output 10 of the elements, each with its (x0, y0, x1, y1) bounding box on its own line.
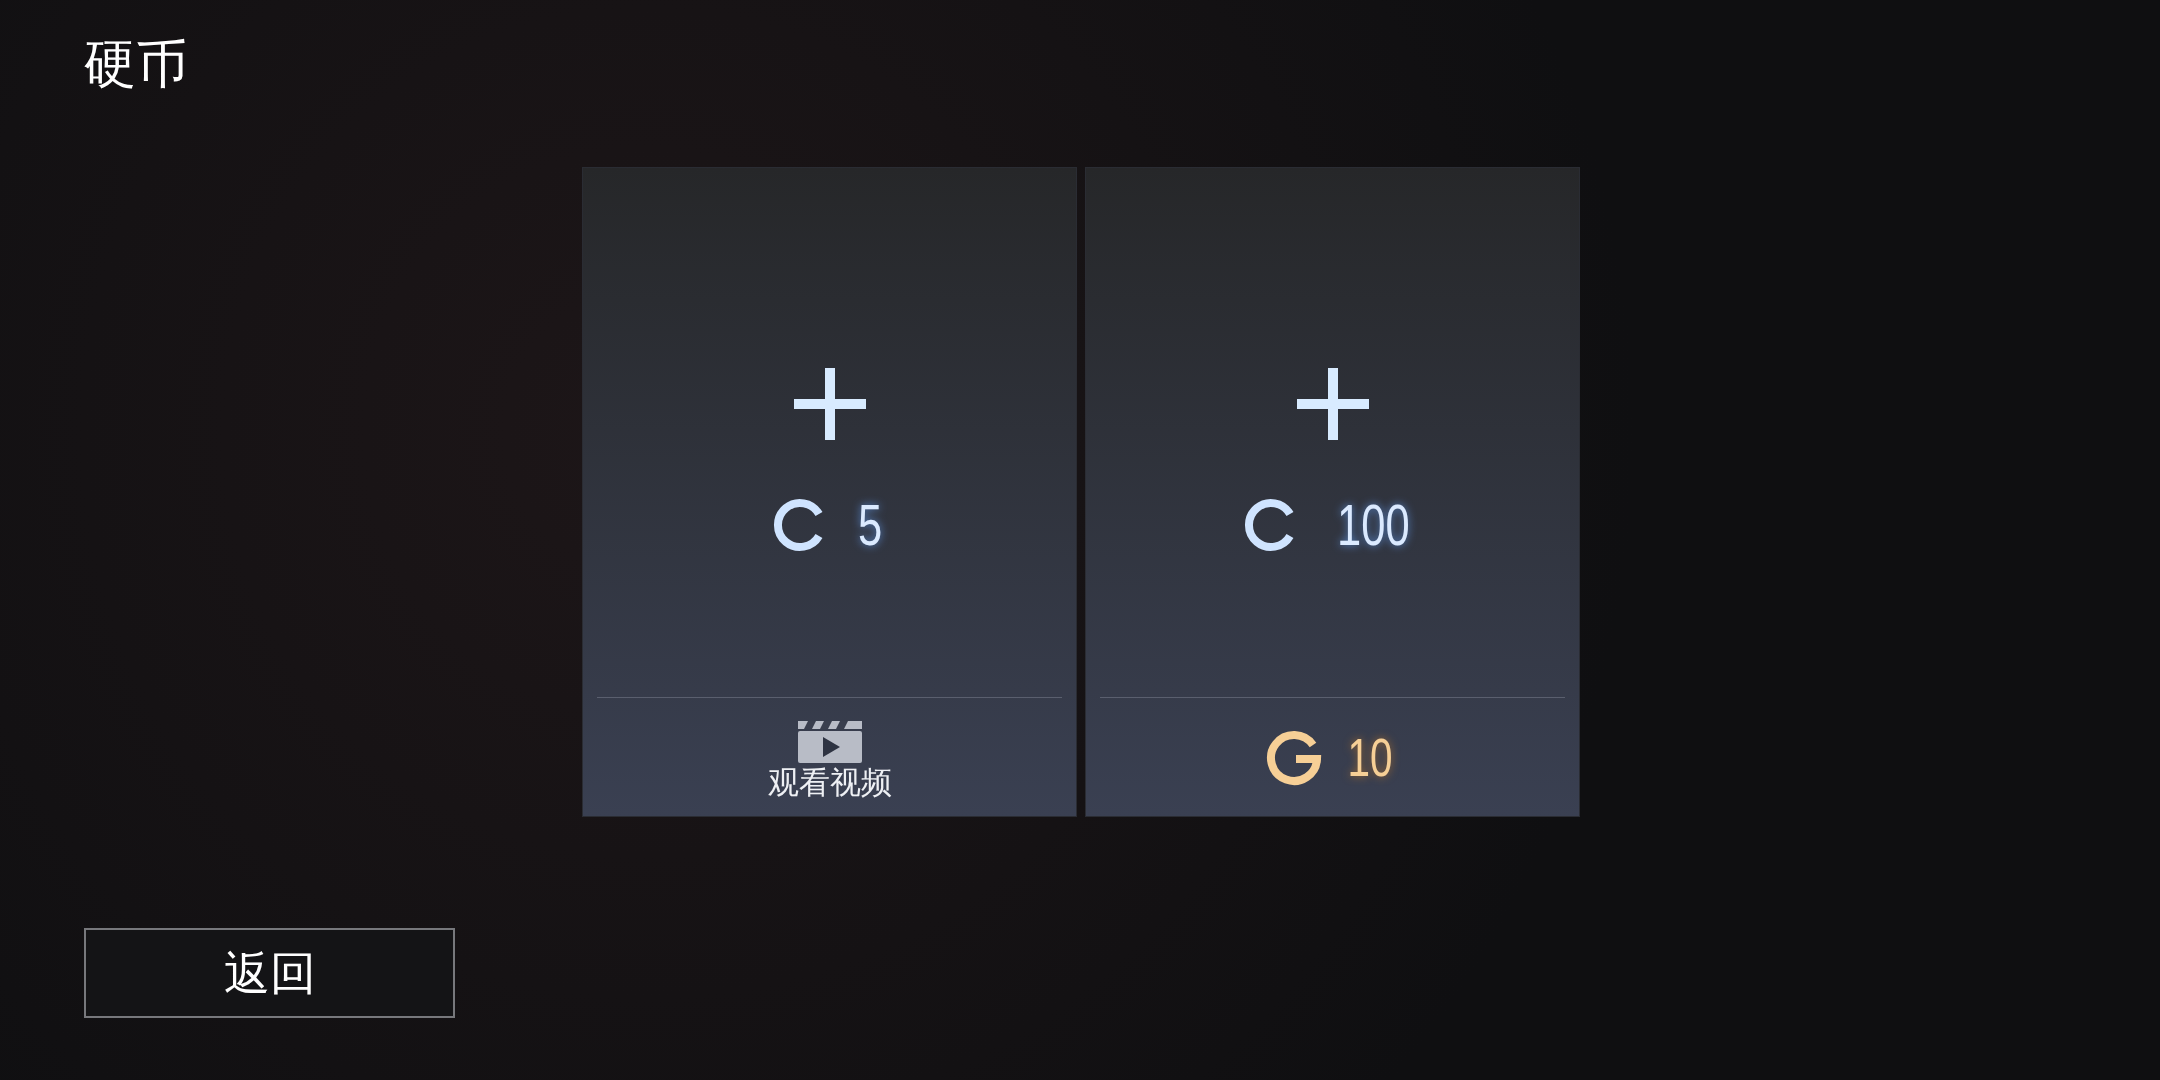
coin-amount: 100 (1337, 496, 1410, 554)
coin-offer-card[interactable]: 5 观看视频 (582, 167, 1077, 817)
plus-icon (1296, 368, 1369, 440)
coin-amount: 5 (858, 496, 883, 554)
price-text: 10 (1347, 730, 1393, 784)
page-title: 硬币 (84, 34, 188, 95)
plus-icon (793, 368, 866, 440)
back-button[interactable]: 返回 (84, 928, 455, 1018)
coin-offer-card[interactable]: 100 10 (1085, 167, 1580, 817)
watch-video-label: 观看视频 (767, 766, 892, 798)
